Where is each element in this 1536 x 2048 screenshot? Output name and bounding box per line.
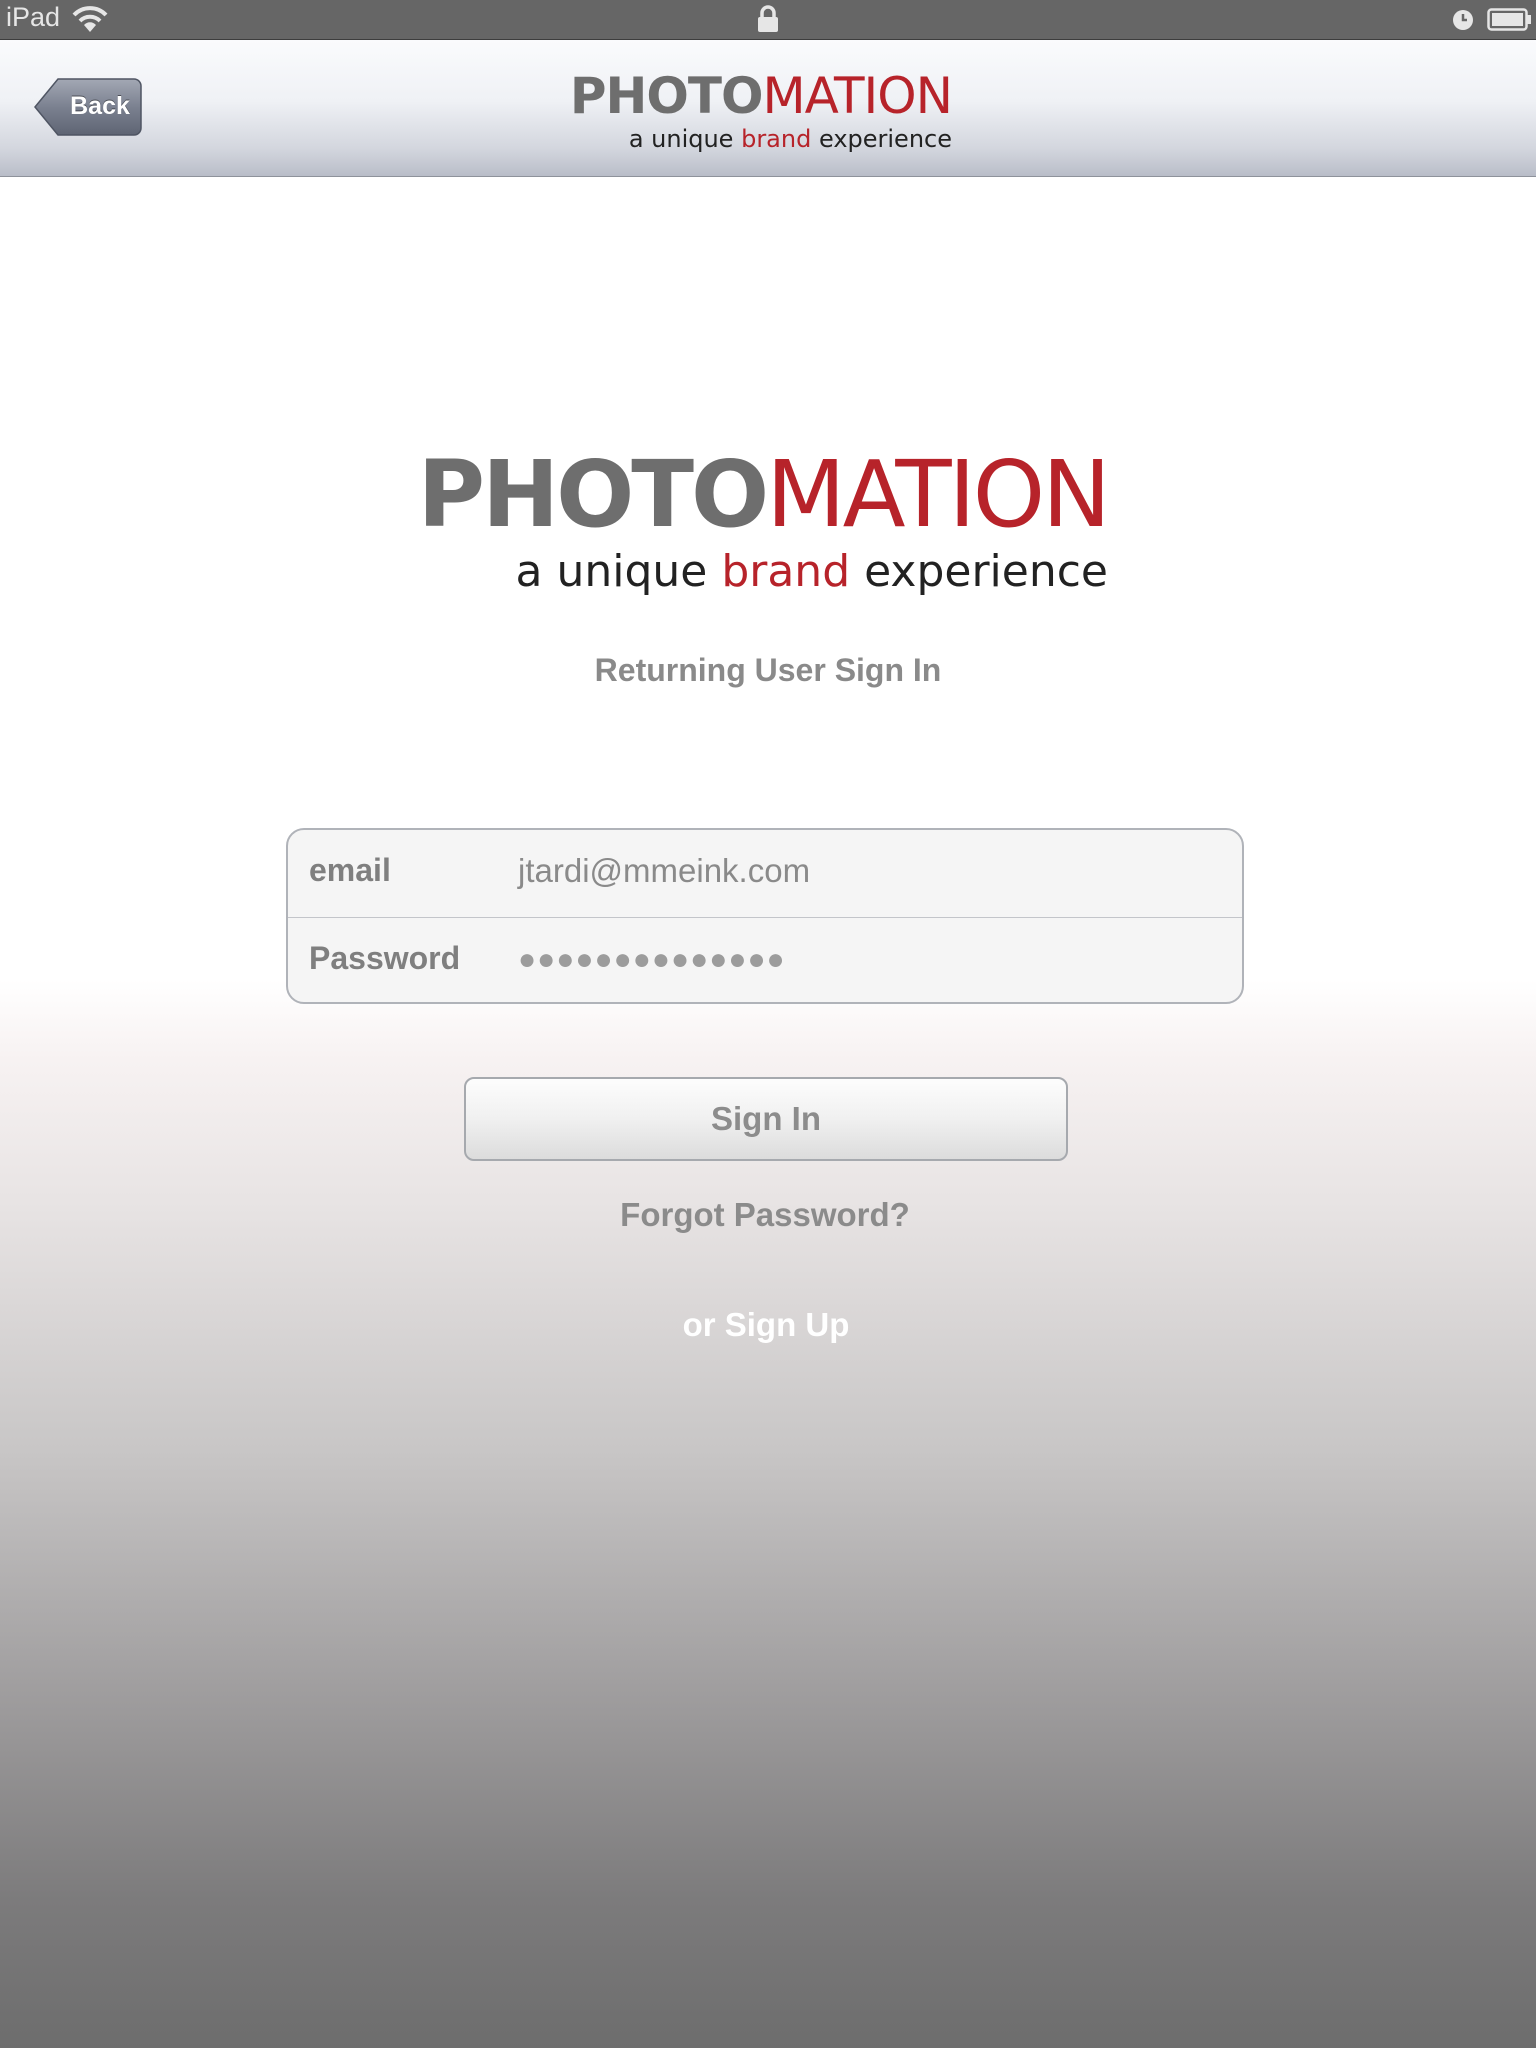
tagline-part-1: a unique — [515, 546, 722, 597]
tagline-part-3: experience — [850, 546, 1108, 597]
header-logo: PHOTOMATION a unique brand experience — [566, 66, 966, 166]
password-label: Password — [309, 940, 461, 976]
status-bar: iPad — [0, 0, 1536, 40]
sign-in-button[interactable]: Sign In — [464, 1077, 1068, 1161]
header-logo-tagline: a unique brand experience — [629, 124, 952, 154]
password-field[interactable]: ●●●●●●●●●●●●●● — [518, 943, 786, 977]
sign-up-link[interactable]: or Sign Up — [0, 1306, 1532, 1344]
lock-icon — [756, 5, 780, 38]
main-logo: PHOTOMATION a unique brand experience — [380, 440, 1116, 610]
logo-word-photo: PHOTO — [569, 67, 764, 125]
email-label: email — [309, 852, 391, 888]
battery-icon — [1487, 8, 1533, 37]
forgot-password-link[interactable]: Forgot Password? — [0, 1196, 1530, 1234]
tagline-part-2: brand — [721, 546, 851, 597]
logo-word-mation: MATION — [762, 67, 953, 125]
clock-icon — [1452, 9, 1474, 36]
email-row[interactable]: email jtardi@mmeink.com — [288, 830, 1242, 918]
device-name: iPad — [6, 2, 61, 32]
back-button[interactable]: Back — [34, 78, 142, 136]
main-logo-wordmark: PHOTOMATION — [417, 440, 1111, 550]
navigation-bar: Back PHOTOMATION a unique brand experien… — [0, 40, 1536, 177]
tagline-part-1: a unique — [628, 125, 742, 153]
page-subtitle: Returning User Sign In — [594, 652, 942, 688]
logo-word-mation: MATION — [766, 441, 1111, 548]
sign-in-form: email jtardi@mmeink.com Password ●●●●●●●… — [286, 828, 1244, 1004]
back-label: Back — [70, 92, 130, 120]
password-row[interactable]: Password ●●●●●●●●●●●●●● — [288, 918, 1242, 1002]
logo-word-photo: PHOTO — [417, 441, 770, 548]
main-logo-tagline: a unique brand experience — [516, 544, 1109, 600]
email-field[interactable]: jtardi@mmeink.com — [518, 852, 810, 890]
header-logo-wordmark: PHOTOMATION — [569, 66, 953, 126]
tagline-part-2: brand — [741, 125, 812, 153]
tagline-part-3: experience — [811, 125, 952, 153]
wifi-icon — [72, 6, 108, 37]
